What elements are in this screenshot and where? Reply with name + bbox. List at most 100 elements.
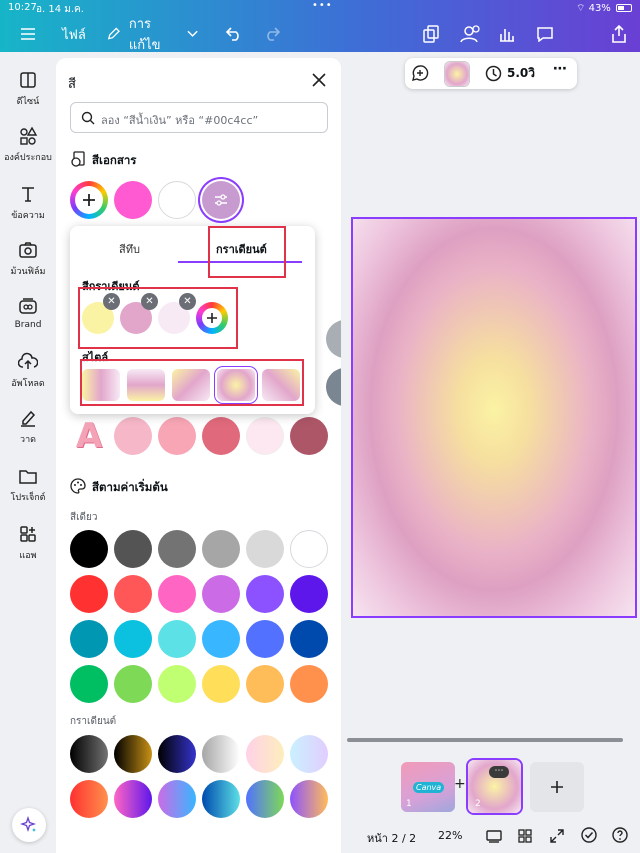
solid-color-swatch[interactable] [70,575,108,613]
redo-button[interactable] [260,16,284,52]
comment-plus-icon [412,65,429,81]
solid-color-swatch[interactable] [70,620,108,658]
solid-color-swatch[interactable] [290,620,328,658]
undo-button[interactable] [222,16,246,52]
multitask-dots[interactable]: ••• [312,0,333,11]
solid-color-swatch[interactable] [70,665,108,703]
design-page[interactable] [351,217,637,618]
solid-color-swatch[interactable] [202,665,240,703]
solid-color-swatch[interactable] [114,530,152,568]
file-menu-button[interactable]: ไฟล์ [56,16,92,52]
sidebar-item-brand[interactable]: Brand [0,296,56,330]
page-thumbnail-1[interactable]: Canva 1 [401,762,455,812]
add-color-button[interactable] [70,181,108,219]
share-people-button[interactable] [456,16,482,52]
sidebar-item-projects[interactable]: โปรเจ็กต์ [0,466,56,504]
gradient-color-swatch[interactable] [246,780,284,818]
solid-color-swatch[interactable] [246,620,284,658]
sidebar-item-draw[interactable]: วาด [0,408,56,446]
battery-icon [616,4,632,12]
brand-color-swatch[interactable] [290,417,328,455]
doc-color-swatch[interactable] [114,181,152,219]
gradient-color-swatch[interactable] [114,735,152,773]
solid-colors-label: สีเดียว [70,512,98,523]
solid-color-swatch[interactable] [114,575,152,613]
gradient-color-swatch[interactable] [290,735,328,773]
brand-color-swatch[interactable] [246,417,284,455]
thumbnail-more-button[interactable]: ⋯ [489,766,509,778]
sidebar-item-elements[interactable]: องค์ประกอบ [0,126,56,164]
gradient-color-swatch[interactable] [158,735,196,773]
zoom-level[interactable]: 22% [438,829,462,842]
doc-color-swatch[interactable] [158,181,196,219]
tab-solid[interactable]: สีทึบ [119,240,140,258]
sliders-icon [215,194,227,206]
more-options-button[interactable]: ⋯ [553,61,568,77]
page-thumbnail-2[interactable]: ⋯ 2 [468,760,521,813]
solid-color-swatch[interactable] [202,620,240,658]
help-button[interactable] [612,827,628,847]
gradient-color-swatch[interactable] [70,780,108,818]
gradient-color-swatch[interactable] [290,780,328,818]
gradient-color-swatch[interactable] [158,780,196,818]
solid-color-swatch[interactable] [246,665,284,703]
sidebar-item-upload[interactable]: อัพโหลด [0,352,56,390]
solid-color-swatch[interactable] [114,620,152,658]
add-page-button[interactable] [530,762,584,812]
add-comment-button[interactable] [411,64,429,86]
gradient-color-swatch[interactable] [202,780,240,818]
chevron-down-icon [187,30,198,37]
sidebar-item-label: ดีไซน์ [16,97,40,107]
solid-color-swatch[interactable] [158,575,196,613]
solid-color-swatch[interactable] [158,620,196,658]
edit-mode-button[interactable]: การแก้ไข [106,16,198,53]
solid-color-swatch[interactable] [246,575,284,613]
pages-button[interactable] [420,16,442,52]
sidebar-item-label: โปรเจ็กต์ [10,493,46,503]
brand-color-swatch[interactable] [202,417,240,455]
folder-icon [19,470,37,484]
fullscreen-button[interactable] [550,828,564,847]
page-view-button[interactable] [486,828,502,847]
gradient-color-swatch[interactable] [114,780,152,818]
brand-swatch-edge[interactable] [326,368,341,406]
solid-color-swatch[interactable] [202,530,240,568]
brand-color-swatch[interactable] [158,417,196,455]
check-button[interactable] [581,827,597,847]
add-page-between-button[interactable]: + [454,776,466,792]
solid-color-swatch[interactable] [158,665,196,703]
brand-color-swatch[interactable] [114,417,152,455]
sidebar-item-camera-roll[interactable]: ม้วนฟิล์ม [0,240,56,278]
solid-color-swatch[interactable] [70,530,108,568]
gradient-color-swatch[interactable] [202,735,240,773]
solid-color-swatch[interactable] [290,665,328,703]
duration-button[interactable]: 5.0วิ [485,64,535,83]
doc-gradient-swatch[interactable] [202,181,240,219]
sidebar-item-design[interactable]: ดีไซน์ [0,70,56,108]
comment-button[interactable] [534,16,556,52]
solid-color-swatch[interactable] [202,575,240,613]
color-search-input[interactable]: ลอง “สีน้ำเงิน” หรือ “#00c4cc” [70,102,328,133]
duration-value: 5.0วิ [507,66,535,80]
grid-view-button[interactable] [518,828,532,847]
sidebar-item-text[interactable]: ข้อความ [0,184,56,222]
page-indicator[interactable]: หน้า 2 / 2 [367,829,416,847]
solid-color-swatch[interactable] [290,575,328,613]
insights-button[interactable] [496,16,518,52]
magic-assistant-button[interactable] [12,808,46,842]
menu-button[interactable] [14,16,42,52]
close-panel-button[interactable] [310,71,328,89]
background-color-button[interactable] [445,62,469,86]
solid-color-swatch[interactable] [158,530,196,568]
share-button[interactable] [608,16,630,52]
default-colors-title: สีตามค่าเริ่มต้น [92,480,168,494]
brand-swatch-edge[interactable] [326,320,341,358]
solid-color-swatch[interactable] [290,530,328,568]
gradient-color-swatch[interactable] [246,735,284,773]
sidebar-item-label: วาด [20,435,36,445]
solid-color-swatch[interactable] [246,530,284,568]
gradient-color-swatch[interactable] [70,735,108,773]
solid-color-swatch[interactable] [114,665,152,703]
horizontal-scrollbar[interactable] [347,738,623,742]
sidebar-item-apps[interactable]: แอพ [0,524,56,562]
